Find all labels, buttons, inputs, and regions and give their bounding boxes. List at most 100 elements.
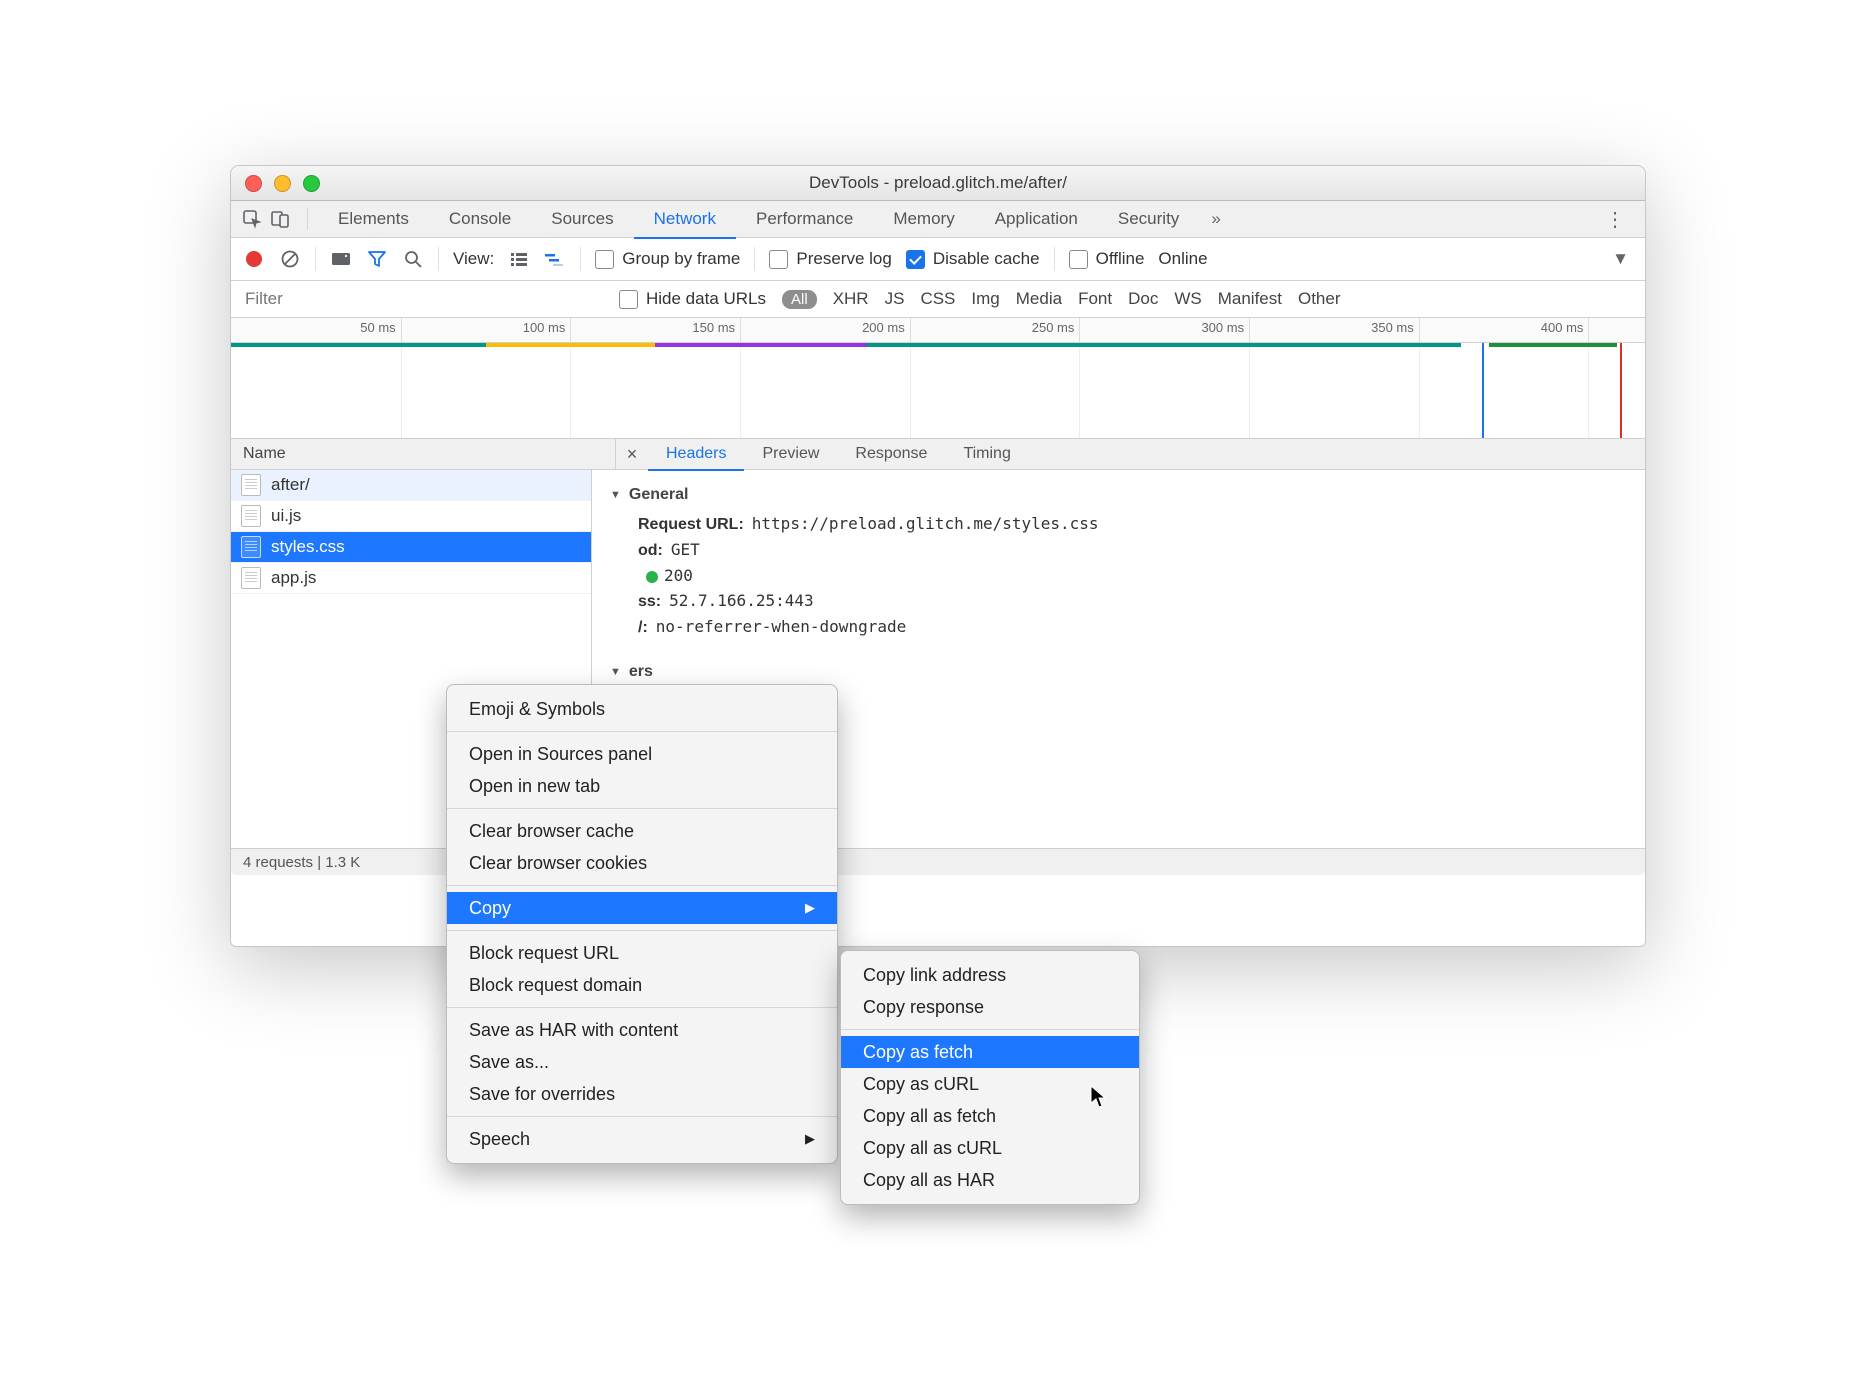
menu-speech[interactable]: Speech▶ [447,1123,837,1155]
tab-memory[interactable]: Memory [873,201,974,237]
overview-bar [1489,343,1616,347]
tab-console[interactable]: Console [429,201,531,237]
label-remote-addr-partial: ss: [638,593,661,611]
filter-type-img[interactable]: Img [971,289,999,309]
capture-screenshots-icon[interactable] [330,248,352,270]
record-button[interactable] [243,248,265,270]
large-rows-icon[interactable] [508,248,530,270]
separator [580,247,581,271]
request-row[interactable]: ui.js [231,501,591,532]
submenu-copy-all-as-har[interactable]: Copy all as HAR [841,1164,1139,1196]
tab-network[interactable]: Network [634,201,736,239]
disable-cache-checkbox[interactable]: Disable cache [906,249,1040,269]
submenu-copy-all-as-curl[interactable]: Copy all as cURL [841,1132,1139,1164]
status-summary: 4 requests | 1.3 K [243,854,360,871]
filter-type-css[interactable]: CSS [920,289,955,309]
timeline-ruler[interactable]: 50 ms 100 ms 150 ms 200 ms 250 ms 300 ms… [231,318,1645,343]
overview-toggle-icon[interactable] [544,248,566,270]
submenu-copy-response[interactable]: Copy response [841,991,1139,1023]
tab-sources[interactable]: Sources [531,201,633,237]
request-row[interactable]: app.js [231,563,591,594]
label-request-method-partial: od: [638,542,663,560]
value-request-url: https://preload.glitch.me/styles.css [752,514,1099,533]
request-row[interactable]: styles.css [231,532,591,563]
submenu-arrow-icon: ▶ [805,1131,815,1147]
detail-tab-timing[interactable]: Timing [945,439,1028,469]
filter-type-all[interactable]: All [782,290,817,309]
value-status-code: 200 [664,566,693,585]
tab-elements[interactable]: Elements [318,201,429,237]
throttling-caret-icon[interactable]: ▼ [1612,249,1629,269]
settings-kebab-icon[interactable]: ⋮ [1605,207,1627,232]
section-general[interactable]: ▼ General [610,486,1627,504]
menu-clear-cookies[interactable]: Clear browser cookies [447,847,837,879]
menu-save-overrides[interactable]: Save for overrides [447,1078,837,1110]
filter-type-manifest[interactable]: Manifest [1218,289,1282,309]
titlebar: DevTools - preload.glitch.me/after/ [231,166,1645,201]
tab-security[interactable]: Security [1098,201,1199,237]
filter-type-media[interactable]: Media [1016,289,1062,309]
panel-tabs: Elements Console Sources Network Perform… [231,201,1645,238]
tab-performance[interactable]: Performance [736,201,873,237]
ruler-tick: 50 ms [360,320,395,335]
network-body: after/ ui.js styles.css app.js ▼ [231,470,1645,848]
menu-separator [447,1007,837,1008]
disclosure-triangle-icon: ▼ [610,489,621,501]
menu-open-sources[interactable]: Open in Sources panel [447,738,837,770]
hide-data-urls-checkbox[interactable]: Hide data URLs [619,289,766,309]
request-row[interactable]: after/ [231,470,591,501]
filter-input[interactable] [231,281,619,317]
filter-type-doc[interactable]: Doc [1128,289,1158,309]
file-icon [241,505,261,527]
separator [315,247,316,271]
file-icon [241,567,261,589]
filter-type-js[interactable]: JS [885,289,905,309]
filter-bar: Hide data URLs All XHR JS CSS Img Media … [231,281,1645,318]
overview-bar [655,343,867,347]
timeline-overview[interactable] [231,343,1645,439]
filter-type-other[interactable]: Other [1298,289,1341,309]
hide-data-urls-label: Hide data URLs [646,289,766,309]
submenu-copy-link-address[interactable]: Copy link address [841,959,1139,991]
tabs-overflow-button[interactable]: » [1205,201,1226,237]
value-referrer-policy: no-referrer-when-downgrade [656,617,906,636]
request-name: styles.css [271,537,345,557]
offline-checkbox[interactable]: Offline [1069,249,1145,269]
file-icon [241,474,261,496]
details-close-button[interactable]: × [616,444,648,465]
column-header-name[interactable]: Name [231,439,616,469]
menu-emoji-symbols[interactable]: Emoji & Symbols [447,693,837,725]
disclosure-triangle-icon: ▼ [610,666,621,678]
search-icon[interactable] [402,248,424,270]
tab-application[interactable]: Application [975,201,1098,237]
submenu-copy-as-fetch[interactable]: Copy as fetch [841,1036,1139,1068]
mouse-cursor-icon [1090,1085,1108,1109]
window-title: DevTools - preload.glitch.me/after/ [231,173,1645,193]
preserve-log-checkbox[interactable]: Preserve log [769,249,891,269]
menu-save-har[interactable]: Save as HAR with content [447,1014,837,1046]
throttling-select[interactable]: Online [1158,249,1207,269]
menu-separator [447,885,837,886]
detail-tab-response[interactable]: Response [837,439,945,469]
filter-type-ws[interactable]: WS [1174,289,1201,309]
detail-tab-headers[interactable]: Headers [648,439,744,471]
detail-tab-preview[interactable]: Preview [744,439,837,469]
device-toolbar-icon[interactable] [269,209,291,229]
menu-block-url[interactable]: Block request URL [447,937,837,969]
group-by-frame-checkbox[interactable]: Group by frame [595,249,740,269]
menu-clear-cache[interactable]: Clear browser cache [447,815,837,847]
section-response-headers[interactable]: ▼ ers [610,663,1627,681]
inspect-element-icon[interactable] [241,209,263,229]
copy-submenu: Copy link address Copy response Copy as … [840,950,1140,1205]
filter-toggle-icon[interactable] [366,248,388,270]
group-by-frame-label: Group by frame [622,249,740,269]
clear-button[interactable] [279,248,301,270]
separator [307,208,308,230]
menu-block-domain[interactable]: Block request domain [447,969,837,1001]
filter-type-font[interactable]: Font [1078,289,1112,309]
separator [438,247,439,271]
filter-type-xhr[interactable]: XHR [833,289,869,309]
menu-open-new-tab[interactable]: Open in new tab [447,770,837,802]
menu-save-as[interactable]: Save as... [447,1046,837,1078]
menu-copy[interactable]: Copy▶ [447,892,837,924]
